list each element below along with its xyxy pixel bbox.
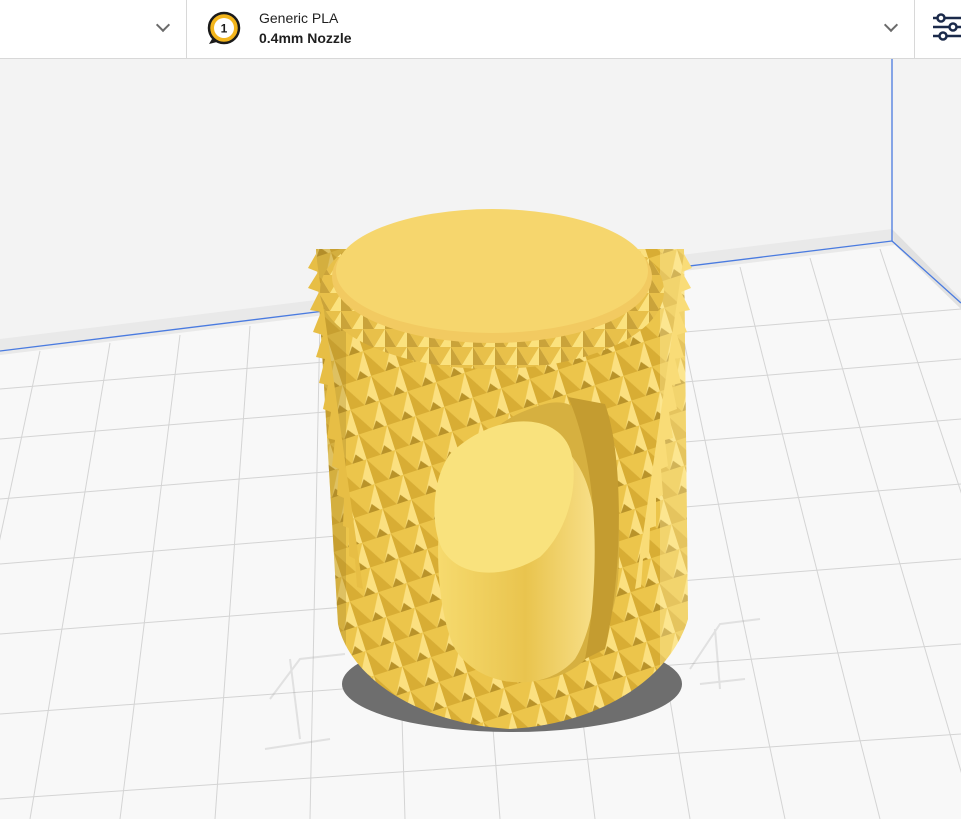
top-toolbar: 1 Generic PLA 0.4mm Nozzle	[0, 0, 961, 59]
extruder-badge-icon: 1	[207, 11, 241, 45]
print-settings-button[interactable]	[914, 0, 961, 58]
printer-selector[interactable]	[0, 0, 187, 58]
chevron-down-icon[interactable]	[155, 17, 171, 33]
material-name: Generic PLA	[259, 10, 339, 26]
material-selector[interactable]: 1 Generic PLA 0.4mm Nozzle	[187, 0, 914, 58]
3d-model[interactable]	[308, 209, 692, 729]
chevron-down-icon[interactable]	[883, 17, 899, 33]
sliders-icon	[933, 13, 961, 41]
nozzle-size: 0.4mm Nozzle	[259, 30, 352, 46]
3d-viewport[interactable]	[0, 59, 961, 819]
extruder-number: 1	[221, 22, 228, 36]
